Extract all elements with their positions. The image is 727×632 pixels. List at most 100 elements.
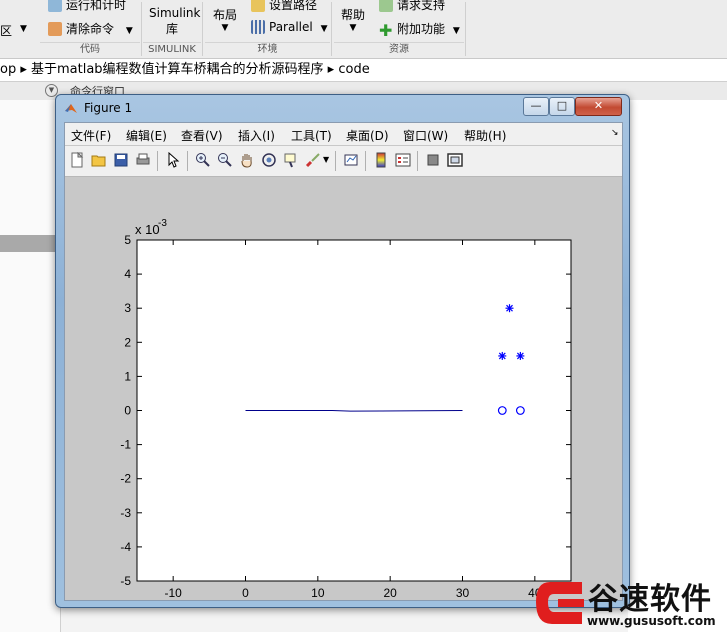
open-file-icon[interactable]	[91, 152, 107, 168]
group-simulink-label: SIMULINK	[143, 42, 201, 57]
menu-window[interactable]: 窗口(W)	[403, 127, 448, 144]
zoom-out-icon[interactable]	[217, 152, 233, 168]
parallel-dropdown-arrow-icon: ▼	[320, 24, 328, 34]
menubar-dock-arrow-icon[interactable]: ↘	[611, 128, 619, 138]
menu-desktop[interactable]: 桌面(D)	[346, 127, 389, 144]
star-marker	[516, 351, 525, 360]
toolbar-separator	[365, 151, 366, 171]
y-tick-label: -1	[120, 438, 131, 452]
figure-title: Figure 1	[84, 101, 133, 115]
help-button[interactable]: 帮助 ▼	[341, 6, 365, 33]
y-tick-label: 1	[124, 369, 131, 383]
clear-dropdown-arrow-icon: ▼	[125, 26, 133, 36]
layout-button[interactable]: 布局 ▼	[213, 6, 237, 33]
rotate-3d-icon[interactable]	[261, 152, 277, 168]
x-tick-label: 20	[383, 586, 397, 600]
menu-file[interactable]: 文件(F)	[71, 127, 111, 144]
request-support-button[interactable]: 请求支持	[379, 0, 445, 13]
new-figure-icon[interactable]	[69, 152, 85, 168]
ribbon-separator	[141, 2, 142, 56]
menu-insert[interactable]: 插入(I)	[238, 127, 275, 144]
clear-commands-label: 清除命令	[66, 22, 115, 36]
addons-dropdown-arrow-icon: ▼	[452, 26, 460, 36]
menu-help[interactable]: 帮助(H)	[464, 127, 506, 144]
close-button[interactable]: ✕	[575, 97, 622, 116]
group-environment-label: 环境	[205, 42, 330, 57]
area-dropdown-arrow-icon[interactable]: ▼	[20, 24, 27, 34]
group-resources-label: 资源	[334, 42, 464, 57]
figure-menu-bar: 文件(F) 编辑(E) 查看(V) 插入(I) 工具(T) 桌面(D) 窗口(W…	[65, 123, 622, 145]
gusu-logo-icon	[536, 582, 584, 624]
zoom-in-icon[interactable]	[195, 152, 211, 168]
help-label: 帮助	[341, 8, 366, 22]
help-dropdown-arrow-icon: ▼	[349, 23, 357, 33]
y-tick-label: -3	[120, 506, 131, 520]
simulink-library-button[interactable]: Simulink 库	[149, 6, 201, 37]
matlab-ribbon: 区 ▼ 运行和计时 清除命令 ▼ 代码 Simulink 库 SIMULINK …	[0, 0, 727, 59]
brush-icon[interactable]	[305, 152, 321, 168]
pointer-icon[interactable]	[165, 152, 181, 168]
set-path-label: 设置路径	[269, 0, 318, 12]
pan-hand-icon[interactable]	[239, 152, 255, 168]
selected-file-row[interactable]	[0, 235, 58, 252]
data-cursor-icon[interactable]	[283, 152, 299, 168]
brush-dropdown-arrow-icon[interactable]: ▼	[323, 155, 329, 164]
print-icon[interactable]	[135, 152, 151, 168]
layout-dropdown-arrow-icon: ▼	[221, 23, 229, 33]
command-window-area[interactable]	[628, 100, 727, 632]
figure-title-bar[interactable]: Figure 1 — □ ✕	[56, 95, 629, 121]
clear-commands-button[interactable]: 清除命令 ▼	[48, 20, 133, 37]
watermark-brand: 谷速软件	[588, 582, 712, 617]
insert-colorbar-icon[interactable]	[373, 152, 389, 168]
run-and-time-label: 运行和计时	[66, 0, 127, 12]
current-folder-address-bar[interactable]: op ▸ 基于matlab编程数值计算车桥耦合的分析源码程序 ▸ code	[0, 59, 727, 82]
link-plot-icon[interactable]	[343, 152, 359, 168]
toolbar-separator	[157, 151, 158, 171]
minimize-button[interactable]: —	[523, 97, 549, 116]
y-tick-label: -5	[120, 574, 131, 588]
x-tick-label: 10	[311, 586, 325, 600]
addons-label: 附加功能	[397, 22, 446, 36]
insert-legend-icon[interactable]	[395, 152, 411, 168]
layout-label: 布局	[213, 8, 238, 22]
show-plot-tools-icon[interactable]	[447, 152, 463, 168]
set-path-button[interactable]: 设置路径	[251, 0, 317, 13]
save-icon[interactable]	[113, 152, 129, 168]
axes-area: x 10 -3 5 4 3 2 1 0 -1 -2 -3 -4 -5 -10 0 10 20 30 40	[65, 178, 622, 600]
parallel-icon	[251, 20, 265, 34]
watermark-url: www.gususoft.com	[587, 614, 716, 628]
x-tick-label: -10	[164, 586, 182, 600]
x-tick-label: 30	[456, 586, 470, 600]
y-tick-label: 0	[124, 404, 131, 418]
group-code-label: 代码	[40, 42, 140, 57]
run-and-time-button[interactable]: 运行和计时	[48, 0, 126, 13]
ribbon-separator	[202, 2, 203, 56]
y-exponent-power: -3	[158, 218, 167, 229]
ribbon-separator	[331, 2, 332, 56]
toolbar-separator	[187, 151, 188, 171]
star-marker	[505, 304, 514, 313]
toolbar-separator	[417, 151, 418, 171]
addons-button[interactable]: ✚ 附加功能 ▼	[379, 20, 460, 39]
y-tick-label: 5	[124, 233, 131, 247]
run-time-icon	[48, 0, 62, 12]
y-tick-label: 2	[124, 335, 131, 349]
request-support-label: 请求支持	[397, 0, 446, 12]
hide-plot-tools-icon[interactable]	[425, 152, 441, 168]
maximize-button[interactable]: □	[549, 97, 575, 116]
simulink-label: Simulink	[149, 6, 201, 20]
figure-client-area: 文件(F) 编辑(E) 查看(V) 插入(I) 工具(T) 桌面(D) 窗口(W…	[64, 122, 623, 601]
matlab-logo-icon	[65, 104, 77, 113]
y-tick-label: -4	[120, 540, 131, 554]
address-path[interactable]: op ▸ 基于matlab编程数值计算车桥耦合的分析源码程序 ▸ code	[0, 62, 370, 77]
scatter-plot[interactable]: x 10-3543210-1-2-3-4-5-10 0 10 20 30 40	[65, 178, 622, 600]
parallel-button[interactable]: Parallel ▼	[251, 20, 327, 34]
request-support-icon	[379, 0, 393, 12]
star-marker	[498, 351, 507, 360]
y-tick-label: -2	[120, 472, 131, 486]
y-exponent-label: x 10	[135, 222, 160, 237]
set-path-icon	[251, 0, 265, 12]
menu-tools[interactable]: 工具(T)	[291, 127, 332, 144]
menu-edit[interactable]: 编辑(E)	[126, 127, 167, 144]
menu-view[interactable]: 查看(V)	[181, 127, 223, 144]
